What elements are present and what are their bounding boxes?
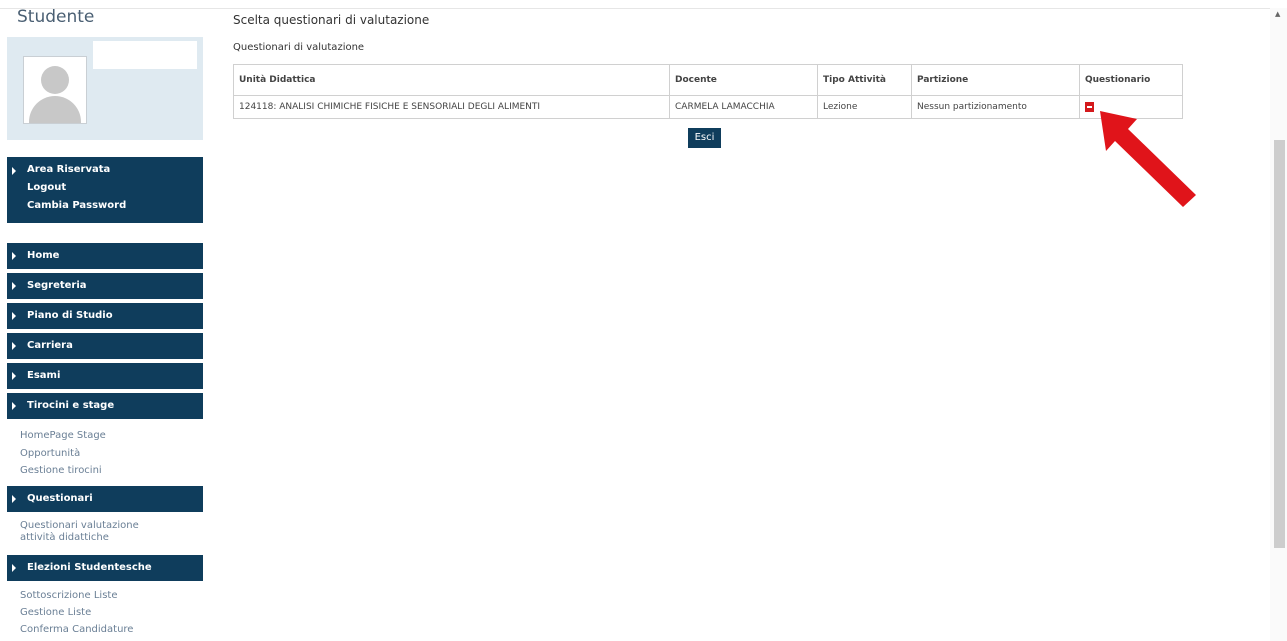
avatar-head-icon xyxy=(41,66,69,94)
menu-item-label: Segreteria xyxy=(27,280,87,291)
sublink-opportunita[interactable]: Opportunità xyxy=(20,448,80,459)
area-riservata-title[interactable]: Area Riservata xyxy=(27,164,110,175)
cell-partizione: Nessun partizionamento xyxy=(911,95,1080,119)
arrow-right-icon xyxy=(12,495,16,503)
arrow-right-icon xyxy=(12,167,16,175)
menu-item-piano-di-studio[interactable]: Piano di Studio xyxy=(7,303,203,329)
menu-item-segreteria[interactable]: Segreteria xyxy=(7,273,203,299)
pdf-icon[interactable] xyxy=(1085,101,1094,112)
avatar xyxy=(23,56,87,124)
table-header-row: Unità Didattica Docente Tipo Attività Pa… xyxy=(233,64,1183,96)
sublink-gestione-liste[interactable]: Gestione Liste xyxy=(20,607,91,618)
profile-box xyxy=(7,37,203,140)
logout-link[interactable]: Logout xyxy=(27,182,66,193)
menu-item-label: Esami xyxy=(27,370,61,381)
arrow-right-icon xyxy=(12,372,16,380)
menu-item-label: Elezioni Studentesche xyxy=(27,562,152,573)
menu-item-home[interactable]: Home xyxy=(7,243,203,269)
arrow-right-icon xyxy=(12,252,16,260)
sidebar: Studente Area Riservata Logout Cambia Pa… xyxy=(0,0,210,641)
user-name-box xyxy=(93,41,197,69)
exit-button[interactable]: Esci xyxy=(688,128,721,148)
sublink-questionari-valutazione[interactable]: Questionari valutazione xyxy=(20,520,139,531)
menu-item-questionari[interactable]: Questionari xyxy=(7,486,203,512)
menu-item-esami[interactable]: Esami xyxy=(7,363,203,389)
menu-item-label: Carriera xyxy=(27,340,73,351)
sublink-attivita-didattiche[interactable]: attività didattiche xyxy=(20,532,109,543)
change-password-link[interactable]: Cambia Password xyxy=(27,200,126,211)
sublink-gestione-tirocini[interactable]: Gestione tirocini xyxy=(20,465,102,476)
column-header-unita-didattica: Unità Didattica xyxy=(233,64,670,96)
menu-item-label: Piano di Studio xyxy=(27,310,113,321)
questionnaire-table: Unità Didattica Docente Tipo Attività Pa… xyxy=(233,64,1183,119)
sublink-homepage-stage[interactable]: HomePage Stage xyxy=(20,430,106,441)
column-header-questionario: Questionario xyxy=(1079,64,1183,96)
arrow-right-icon xyxy=(12,342,16,350)
sublink-sottoscrizione-liste[interactable]: Sottoscrizione Liste xyxy=(20,590,117,601)
cell-tipo-attivita: Lezione xyxy=(817,95,912,119)
table-row: 124118: ANALISI CHIMICHE FISICHE E SENSO… xyxy=(233,95,1183,119)
scrollbar-thumb[interactable] xyxy=(1274,140,1285,548)
menu-item-label: Home xyxy=(27,250,60,261)
menu-item-elezioni[interactable]: Elezioni Studentesche xyxy=(7,555,203,581)
menu-item-tirocini[interactable]: Tirocini e stage xyxy=(7,393,203,419)
column-header-tipo-attivita: Tipo Attività xyxy=(817,64,912,96)
avatar-body-icon xyxy=(29,96,81,123)
menu-item-label: Tirocini e stage xyxy=(27,400,115,411)
menu-item-label: Questionari xyxy=(27,493,93,504)
cell-unita-didattica: 124118: ANALISI CHIMICHE FISICHE E SENSO… xyxy=(233,95,670,119)
cell-docente: CARMELA LAMACCHIA xyxy=(669,95,818,119)
sublink-conferma-candidature[interactable]: Conferma Candidature xyxy=(20,624,133,635)
area-riservata-box: Area Riservata Logout Cambia Password xyxy=(7,157,203,223)
arrow-right-icon xyxy=(12,564,16,572)
section-title: Questionari di valutazione xyxy=(233,42,365,53)
column-header-partizione: Partizione xyxy=(911,64,1080,96)
scroll-up-icon[interactable]: ▲ xyxy=(1275,10,1280,18)
page-title: Scelta questionari di valutazione xyxy=(233,13,430,27)
sidebar-title: Studente xyxy=(17,7,95,27)
arrow-right-icon xyxy=(12,402,16,410)
arrow-right-icon xyxy=(12,312,16,320)
column-header-docente: Docente xyxy=(669,64,818,96)
arrow-right-icon xyxy=(12,282,16,290)
menu-item-carriera[interactable]: Carriera xyxy=(7,333,203,359)
red-arrow-icon xyxy=(1100,111,1196,207)
